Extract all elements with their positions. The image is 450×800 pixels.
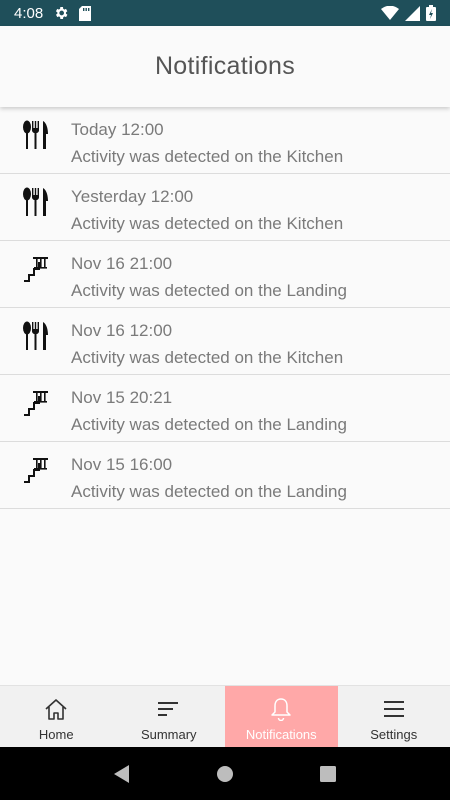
notification-time: Yesterday 12:00 (71, 187, 194, 206)
signal-icon (405, 5, 420, 21)
home-icon (43, 697, 69, 721)
sd-card-icon (79, 5, 92, 21)
cutlery-icon (22, 321, 50, 351)
status-time: 4:08 (14, 4, 44, 22)
nav-home[interactable]: Home (0, 686, 113, 748)
recents-icon[interactable] (316, 762, 340, 786)
nav-settings-label: Settings (370, 727, 418, 742)
stairs-icon (22, 388, 50, 418)
notification-time: Nov 16 21:00 (71, 254, 173, 273)
nav-summary-label: Summary (140, 727, 197, 742)
notification-item[interactable]: Nov 16 21:00 Activity was detected on th… (0, 241, 450, 308)
summary-icon (156, 697, 182, 721)
page-title: Notifications (154, 52, 296, 80)
app-header: Notifications (0, 26, 450, 107)
notification-time: Nov 15 20:21 (71, 388, 173, 407)
notification-message: Activity was detected on the Kitchen (71, 147, 344, 166)
cutlery-icon (22, 120, 50, 150)
bell-icon (268, 697, 294, 721)
notification-message: Activity was detected on the Landing (71, 482, 347, 501)
notification-item[interactable]: Nov 15 20:21 Activity was detected on th… (0, 375, 450, 442)
notification-time: Nov 15 16:00 (71, 455, 173, 474)
bottom-navigation: Home Summary Notifications Settings (0, 685, 450, 748)
notification-time: Nov 16 12:00 (71, 321, 173, 340)
home-circle-icon[interactable] (213, 762, 237, 786)
notification-list: Today 12:00 Activity was detected on the… (0, 107, 450, 509)
notification-message: Activity was detected on the Kitchen (71, 214, 344, 233)
stairs-icon (22, 254, 50, 284)
wifi-icon (381, 6, 399, 20)
notification-item[interactable]: Nov 16 12:00 Activity was detected on th… (0, 308, 450, 375)
gear-icon (53, 5, 69, 21)
nav-summary[interactable]: Summary (113, 686, 226, 748)
cutlery-icon (22, 187, 50, 217)
notification-time: Today 12:00 (71, 120, 164, 139)
notification-message: Activity was detected on the Landing (71, 415, 347, 434)
notification-item[interactable]: Today 12:00 Activity was detected on the… (0, 107, 450, 174)
menu-icon (381, 697, 407, 721)
nav-notifications-label: Notifications (245, 727, 317, 742)
status-bar: 4:08 (0, 0, 450, 26)
nav-home-label: Home (38, 727, 74, 742)
stairs-icon (22, 455, 50, 485)
battery-charging-icon (426, 5, 436, 21)
nav-settings[interactable]: Settings (338, 686, 450, 748)
back-icon[interactable] (110, 762, 134, 786)
notification-item[interactable]: Nov 15 16:00 Activity was detected on th… (0, 442, 450, 509)
nav-notifications[interactable]: Notifications (225, 686, 338, 748)
notification-message: Activity was detected on the Kitchen (71, 348, 344, 367)
system-navigation-bar (0, 747, 450, 800)
notification-item[interactable]: Yesterday 12:00 Activity was detected on… (0, 174, 450, 241)
notification-message: Activity was detected on the Landing (71, 281, 347, 300)
